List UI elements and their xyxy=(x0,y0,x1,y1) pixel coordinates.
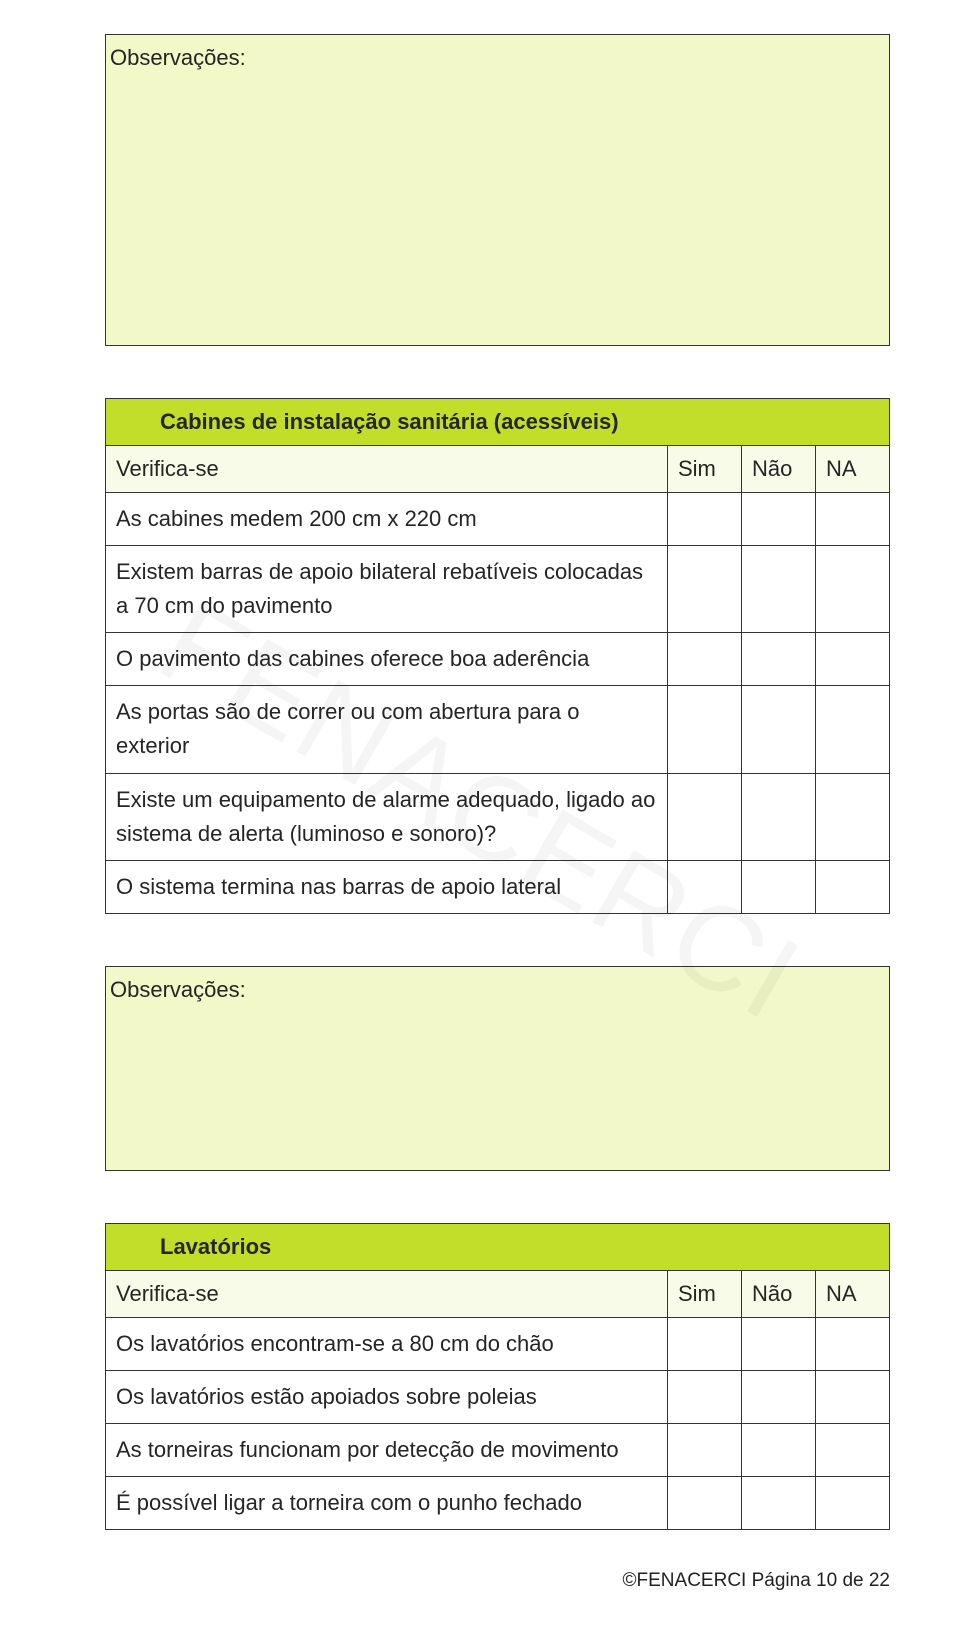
section-title-cabines: Cabines de instalação sanitária (acessív… xyxy=(106,399,890,446)
question-cell: O sistema termina nas barras de apoio la… xyxy=(106,860,668,913)
question-cell: As portas são de correr ou com abertura … xyxy=(106,686,668,773)
answer-sim-cell[interactable] xyxy=(668,1424,742,1477)
col-header-sim: Sim xyxy=(668,446,742,493)
answer-nao-cell[interactable] xyxy=(742,860,816,913)
answer-nao-cell[interactable] xyxy=(742,493,816,546)
question-cell: O pavimento das cabines oferece boa ader… xyxy=(106,633,668,686)
answer-sim-cell[interactable] xyxy=(668,633,742,686)
section-title-text: Lavatórios xyxy=(160,1234,271,1259)
answer-sim-cell[interactable] xyxy=(668,860,742,913)
table-subheader: Verifica-se Sim Não NA xyxy=(106,1270,890,1317)
col-header-nao: Não xyxy=(742,1270,816,1317)
answer-nao-cell[interactable] xyxy=(742,773,816,860)
question-cell: As cabines medem 200 cm x 220 cm xyxy=(106,493,668,546)
answer-nao-cell[interactable] xyxy=(742,546,816,633)
answer-na-cell[interactable] xyxy=(816,1477,890,1530)
answer-nao-cell[interactable] xyxy=(742,1317,816,1370)
answer-na-cell[interactable] xyxy=(816,1424,890,1477)
table-subheader: Verifica-se Sim Não NA xyxy=(106,446,890,493)
question-cell: Existem barras de apoio bilateral rebatí… xyxy=(106,546,668,633)
col-header-verifica: Verifica-se xyxy=(106,1270,668,1317)
page-footer: ©FENACERCI Página 10 de 22 xyxy=(623,1570,890,1592)
answer-na-cell[interactable] xyxy=(816,493,890,546)
answer-na-cell[interactable] xyxy=(816,686,890,773)
answer-nao-cell[interactable] xyxy=(742,1424,816,1477)
answer-nao-cell[interactable] xyxy=(742,686,816,773)
table-row: Os lavatórios estão apoiados sobre polei… xyxy=(106,1370,890,1423)
question-cell: Os lavatórios encontram-se a 80 cm do ch… xyxy=(106,1317,668,1370)
answer-sim-cell[interactable] xyxy=(668,1370,742,1423)
table-row: Existem barras de apoio bilateral rebatí… xyxy=(106,546,890,633)
answer-sim-cell[interactable] xyxy=(668,773,742,860)
answer-na-cell[interactable] xyxy=(816,1317,890,1370)
question-cell: Existe um equipamento de alarme adequado… xyxy=(106,773,668,860)
observations-label: Observações: xyxy=(106,35,889,71)
question-cell: As torneiras funcionam por detecção de m… xyxy=(106,1424,668,1477)
col-header-na: NA xyxy=(816,1270,890,1317)
question-cell: É possível ligar a torneira com o punho … xyxy=(106,1477,668,1530)
table-row: As portas são de correr ou com abertura … xyxy=(106,686,890,773)
col-header-sim: Sim xyxy=(668,1270,742,1317)
answer-nao-cell[interactable] xyxy=(742,633,816,686)
observations-label: Observações: xyxy=(106,967,889,1003)
answer-sim-cell[interactable] xyxy=(668,1317,742,1370)
col-header-na: NA xyxy=(816,446,890,493)
answer-na-cell[interactable] xyxy=(816,633,890,686)
observations-box-middle: Observações: xyxy=(105,966,890,1171)
observations-box-top: Observações: xyxy=(105,34,890,346)
col-header-verifica: Verifica-se xyxy=(106,446,668,493)
table-row: As cabines medem 200 cm x 220 cm xyxy=(106,493,890,546)
col-header-nao: Não xyxy=(742,446,816,493)
table-row: As torneiras funcionam por detecção de m… xyxy=(106,1424,890,1477)
table-row: É possível ligar a torneira com o punho … xyxy=(106,1477,890,1530)
table-cabines: Cabines de instalação sanitária (acessív… xyxy=(105,398,890,914)
answer-na-cell[interactable] xyxy=(816,546,890,633)
section-title-text: Cabines de instalação sanitária (acessív… xyxy=(160,409,619,434)
table-row: O sistema termina nas barras de apoio la… xyxy=(106,860,890,913)
answer-sim-cell[interactable] xyxy=(668,1477,742,1530)
answer-sim-cell[interactable] xyxy=(668,546,742,633)
answer-na-cell[interactable] xyxy=(816,1370,890,1423)
table-row: Os lavatórios encontram-se a 80 cm do ch… xyxy=(106,1317,890,1370)
answer-na-cell[interactable] xyxy=(816,860,890,913)
answer-na-cell[interactable] xyxy=(816,773,890,860)
question-cell: Os lavatórios estão apoiados sobre polei… xyxy=(106,1370,668,1423)
table-row: Existe um equipamento de alarme adequado… xyxy=(106,773,890,860)
section-title-lavatorios: Lavatórios xyxy=(106,1223,890,1270)
answer-nao-cell[interactable] xyxy=(742,1370,816,1423)
table-lavatorios: Lavatórios Verifica-se Sim Não NA Os lav… xyxy=(105,1223,890,1530)
answer-sim-cell[interactable] xyxy=(668,686,742,773)
answer-nao-cell[interactable] xyxy=(742,1477,816,1530)
answer-sim-cell[interactable] xyxy=(668,493,742,546)
table-row: O pavimento das cabines oferece boa ader… xyxy=(106,633,890,686)
